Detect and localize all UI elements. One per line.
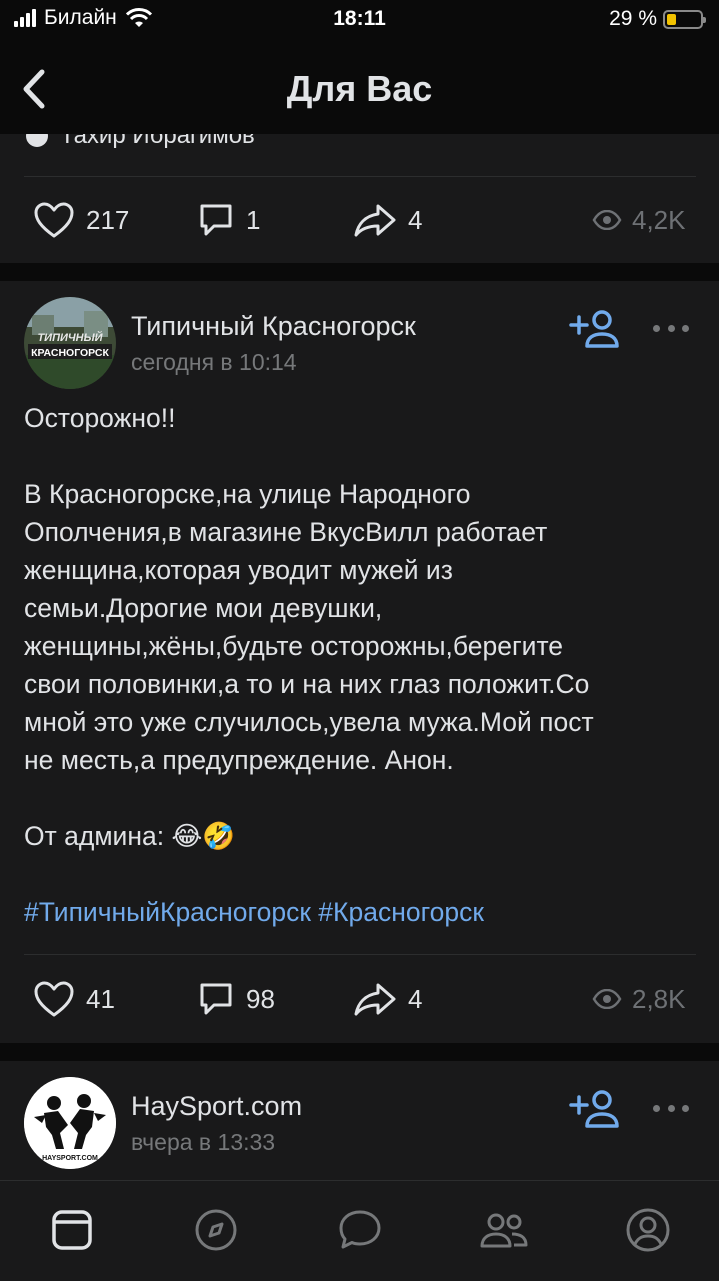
avatar-text-top: ТИПИЧНЫЙ (37, 331, 103, 344)
share-icon (354, 983, 396, 1016)
community-name[interactable]: Типичный Красногорск (131, 311, 416, 342)
share-count: 4 (408, 204, 423, 235)
comment-icon (200, 204, 232, 236)
post-line: не месть,а предупреждение. Анон. (24, 745, 454, 775)
profile-icon (626, 1208, 670, 1252)
views-counter: 2,8K (592, 969, 686, 1029)
post-line: Ополчения,в магазине ВкусВилл работает (24, 517, 548, 547)
share-icon (354, 204, 396, 237)
post-time: сегодня в 10:14 (131, 349, 297, 375)
views-counter: 4,2K (592, 190, 686, 250)
comment-button[interactable]: 1 (196, 190, 260, 250)
status-bar: Билайн 18:11 29 % (0, 0, 719, 44)
eye-icon (592, 210, 622, 230)
post-line: женщины,жёны,будьте осторожны,берегите (24, 631, 564, 661)
friends-icon (480, 1213, 528, 1248)
like-button[interactable]: 41 (32, 969, 115, 1029)
post-actions: 41 98 4 2,8K (0, 969, 719, 1029)
tab-feed[interactable] (24, 1195, 120, 1265)
tab-discover[interactable] (168, 1195, 264, 1265)
post-actions: 217 1 4 4,2K (0, 190, 719, 250)
battery-icon (663, 9, 706, 29)
post-line: свои половинки,а то и на них глаз положи… (24, 669, 590, 699)
post-line: В Красногорске,на улице Народного (24, 479, 471, 509)
post-line: От админа: 😂🤣 (24, 821, 236, 851)
post-line: мной это уже случилось,увела мужа.Мой по… (24, 707, 594, 737)
eye-icon (592, 989, 622, 1009)
post-card: ТИПИЧНЫЙ КРАСНОГОРСК Типичный Красногорс… (0, 281, 719, 1043)
share-count: 4 (408, 983, 423, 1014)
views-count: 4,2K (632, 204, 686, 235)
more-options-icon[interactable] (653, 322, 689, 334)
comment-count: 98 (246, 983, 275, 1014)
battery-percent: 29 % (609, 7, 657, 30)
community-avatar[interactable]: HAYSPORT.COM (24, 1077, 116, 1169)
like-button[interactable]: 217 (32, 190, 129, 250)
divider (24, 954, 696, 955)
like-count: 41 (86, 983, 115, 1014)
more-options-icon[interactable] (653, 1102, 689, 1114)
tab-bar (0, 1180, 719, 1281)
post-line: Осторожно!! (24, 403, 176, 433)
avatar-text-bottom: КРАСНОГОРСК (31, 347, 109, 359)
share-button[interactable]: 4 (352, 969, 422, 1029)
heart-icon (34, 981, 74, 1017)
tab-friends[interactable] (456, 1195, 552, 1265)
tab-messages[interactable] (312, 1195, 408, 1265)
heart-icon (34, 202, 74, 238)
hashtags-link[interactable]: #ТипичныйКрасногорск #Красногорск (24, 893, 699, 931)
messages-icon (339, 1210, 381, 1249)
post-line: женщина,которая уводит мужей из (24, 555, 453, 585)
like-count: 217 (86, 204, 130, 235)
post-time: вчера в 13:33 (131, 1129, 276, 1155)
comment-button[interactable]: 98 (196, 969, 275, 1029)
post-line: семьи.Дорогие мои девушки, (24, 593, 383, 623)
follow-icon[interactable] (569, 309, 621, 349)
views-count: 2,8K (632, 983, 686, 1014)
status-right: 29 % (609, 7, 706, 31)
follow-icon[interactable] (569, 1089, 621, 1129)
tab-profile[interactable] (600, 1195, 696, 1265)
nav-bar: Для Вас (0, 44, 719, 134)
page-title: Для Вас (286, 68, 433, 109)
discover-icon (195, 1209, 237, 1251)
community-name[interactable]: HaySport.com (131, 1091, 302, 1122)
post-text: Осторожно!! В Красногорске,на улице Наро… (24, 399, 699, 931)
comment-count: 1 (246, 204, 261, 235)
community-avatar[interactable]: ТИПИЧНЫЙ КРАСНОГОРСК (24, 297, 116, 389)
comment-icon (200, 983, 232, 1015)
share-button[interactable]: 4 (352, 190, 422, 250)
feed-icon (52, 1210, 92, 1250)
avatar-text: HAYSPORT.COM (42, 1155, 98, 1162)
divider (24, 176, 696, 177)
